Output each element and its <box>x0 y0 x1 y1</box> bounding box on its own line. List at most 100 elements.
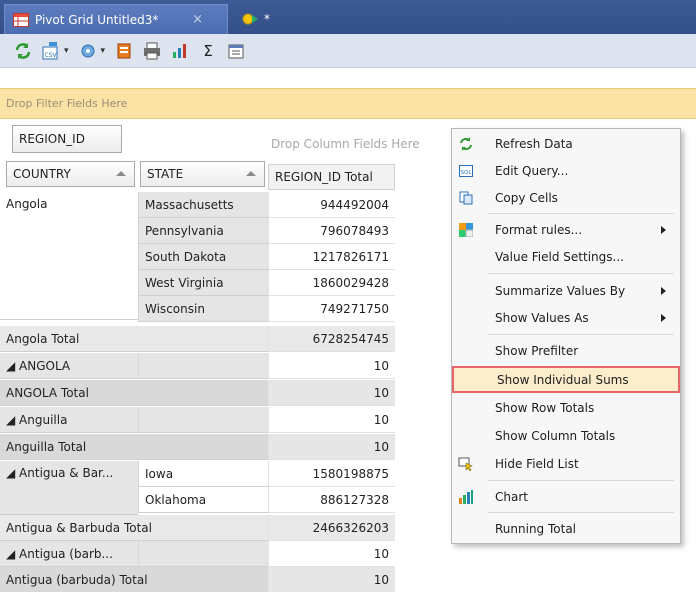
tab-query[interactable]: * <box>234 4 304 34</box>
menu-item-summarize-values-by[interactable]: Summarize Values By <box>452 278 680 304</box>
total-label[interactable]: ANGOLA Total <box>0 380 268 406</box>
total-value[interactable]: 10 <box>268 434 395 460</box>
row-header-state[interactable]: Wisconsin <box>138 296 268 322</box>
export-csv-icon[interactable]: CSV <box>40 40 62 62</box>
menu-item-format-rules[interactable]: Format rules... <box>452 217 680 243</box>
table-row: ◢ Anguilla 10 <box>0 407 440 433</box>
submenu-arrow-icon <box>661 287 666 295</box>
chevron-down-icon[interactable]: ▾ <box>101 46 106 56</box>
row-header-state[interactable] <box>138 353 268 379</box>
menu-item-show-individual-sums[interactable]: Show Individual Sums <box>452 366 680 393</box>
value-cell[interactable]: 944492004 <box>268 192 395 218</box>
format-rules-icon <box>458 222 474 238</box>
menu-item-copy-cells[interactable]: Copy Cells <box>452 185 680 211</box>
print-icon[interactable] <box>141 40 163 62</box>
total-row: Antigua (barbuda) Total 10 <box>0 567 440 592</box>
properties-icon[interactable] <box>225 40 247 62</box>
options-icon[interactable] <box>77 40 99 62</box>
total-value[interactable]: 2466326203 <box>268 515 395 541</box>
menu-item-label: Format rules... <box>495 223 583 237</box>
menu-separator <box>488 213 674 214</box>
sort-ascending-icon[interactable] <box>246 171 256 176</box>
menu-item-label: Running Total <box>495 522 577 536</box>
menu-item-label: Summarize Values By <box>495 284 626 298</box>
menu-separator <box>488 480 674 481</box>
value-cell[interactable]: 1580198875 <box>268 461 395 487</box>
table-row: South Dakota 1217826171 <box>0 244 440 270</box>
table-row: West Virginia 1860029428 <box>0 270 440 296</box>
row-header-country[interactable]: ◢ ANGOLA <box>0 353 138 379</box>
row-header-country[interactable]: ◢ Anguilla <box>0 407 138 433</box>
field-country[interactable]: COUNTRY <box>6 161 135 187</box>
field-state[interactable]: STATE <box>140 161 265 187</box>
copy-icon[interactable] <box>113 40 135 62</box>
menu-item-value-field-settings[interactable]: Value Field Settings... <box>452 244 680 270</box>
value-cell[interactable]: 796078493 <box>268 218 395 244</box>
total-label[interactable]: Antigua & Barbuda Total <box>0 515 268 541</box>
row-header-state[interactable]: Massachusetts <box>138 192 268 218</box>
total-row: Anguilla Total 10 <box>0 434 440 460</box>
table-row: Wisconsin 749271750 <box>0 296 440 322</box>
column-drop-area[interactable]: Drop Column Fields Here <box>271 137 420 151</box>
value-column-header[interactable]: REGION_ID Total <box>268 164 395 190</box>
sort-ascending-icon[interactable] <box>116 171 126 176</box>
menu-separator <box>488 273 674 274</box>
menu-item-show-row-totals[interactable]: Show Row Totals <box>452 395 680 421</box>
row-header-state[interactable]: South Dakota <box>138 244 268 270</box>
close-icon[interactable]: × <box>192 12 203 27</box>
value-cell[interactable]: 1860029428 <box>268 270 395 296</box>
menu-item-label: Show Individual Sums <box>497 372 629 387</box>
menu-item-label: Show Values As <box>495 311 589 325</box>
value-cell[interactable]: 1217826171 <box>268 244 395 270</box>
row-header-country[interactable]: ◢ Antigua (barb... <box>0 541 138 567</box>
value-cell[interactable]: 886127328 <box>268 487 395 513</box>
field-label: STATE <box>147 167 184 181</box>
total-label[interactable]: Antigua (barbuda) Total <box>0 567 268 592</box>
total-value[interactable]: 6728254745 <box>268 326 395 352</box>
row-header-state[interactable]: Iowa <box>138 461 268 487</box>
query-tab-icon <box>242 12 258 26</box>
filter-drop-placeholder: Drop Filter Fields Here <box>6 97 128 110</box>
row-header-state[interactable]: West Virginia <box>138 270 268 296</box>
menu-item-label: Refresh Data <box>495 137 573 151</box>
menu-item-edit-query[interactable]: SQL Edit Query... <box>452 158 680 184</box>
menu-item-show-prefilter[interactable]: Show Prefilter <box>452 338 680 364</box>
field-region-id[interactable]: REGION_ID <box>12 125 122 153</box>
value-cell[interactable]: 10 <box>268 353 395 379</box>
value-cell[interactable]: 749271750 <box>268 296 395 322</box>
total-value[interactable]: 10 <box>268 567 395 592</box>
row-header-state[interactable]: Oklahoma <box>138 487 268 513</box>
menu-item-running-total[interactable]: Running Total <box>452 516 680 542</box>
context-menu: Refresh Data SQL Edit Query... Copy Cell… <box>451 128 681 544</box>
field-label: COUNTRY <box>13 167 71 181</box>
menu-item-refresh-data[interactable]: Refresh Data <box>452 131 680 157</box>
row-header-state[interactable] <box>138 541 268 567</box>
menu-item-label: Show Prefilter <box>495 344 579 358</box>
field-list-icon <box>458 456 474 472</box>
chart-icon <box>458 489 474 505</box>
menu-separator <box>488 334 674 335</box>
total-label[interactable]: Angola Total <box>0 326 268 352</box>
row-header-state[interactable] <box>138 407 268 433</box>
menu-item-label: Show Row Totals <box>495 401 595 415</box>
filter-drop-area[interactable]: Drop Filter Fields Here <box>0 88 696 119</box>
menu-item-hide-field-list[interactable]: Hide Field List <box>452 451 680 477</box>
menu-item-chart[interactable]: Chart <box>452 484 680 510</box>
chart-icon[interactable] <box>169 40 191 62</box>
tab-pivot-grid[interactable]: Pivot Grid Untitled3* × <box>4 4 228 34</box>
total-value[interactable]: 10 <box>268 380 395 406</box>
row-header-state[interactable]: Pennsylvania <box>138 218 268 244</box>
refresh-icon <box>458 136 474 152</box>
menu-item-show-values-as[interactable]: Show Values As <box>452 305 680 331</box>
table-row: Oklahoma 886127328 <box>0 487 440 513</box>
pivot-grid-icon <box>13 12 29 27</box>
chevron-down-icon[interactable]: ▾ <box>64 46 69 56</box>
refresh-icon[interactable] <box>12 40 34 62</box>
sum-icon[interactable]: Σ <box>197 40 219 62</box>
menu-item-label: Copy Cells <box>495 191 558 205</box>
value-cell[interactable]: 10 <box>268 407 395 433</box>
menu-item-show-column-totals[interactable]: Show Column Totals <box>452 423 680 449</box>
total-label[interactable]: Anguilla Total <box>0 434 268 460</box>
total-row: ANGOLA Total 10 <box>0 380 440 406</box>
value-cell[interactable]: 10 <box>268 541 395 567</box>
